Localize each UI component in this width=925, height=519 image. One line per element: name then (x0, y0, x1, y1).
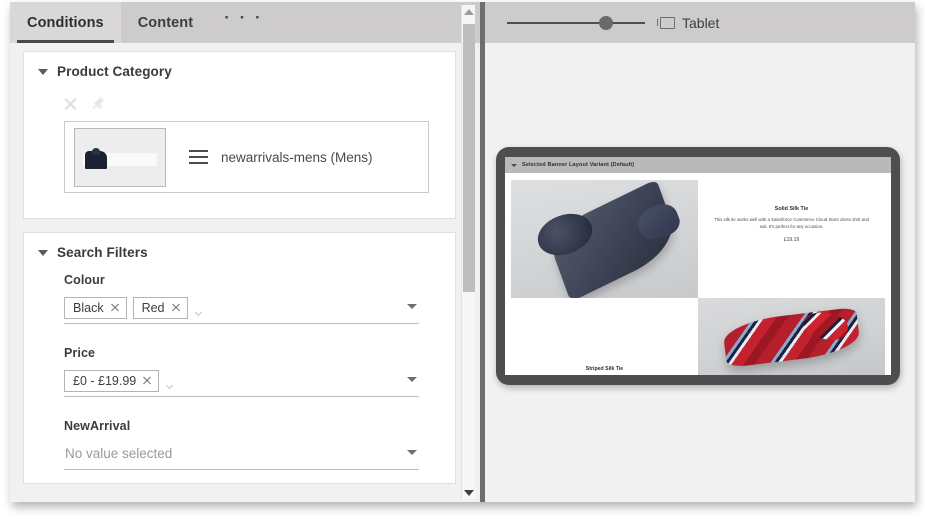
dropdown-arrow-icon[interactable] (407, 377, 417, 382)
filter-chip-black[interactable]: Black (64, 296, 127, 319)
filter-newarrival-value: No value selected (65, 446, 173, 461)
tab-bar: Conditions Content · · · (10, 2, 480, 43)
preview-stage: Selected Banner Layout Variant (Default) (485, 43, 915, 502)
preview-page-area: Solid Silk Tie This silk tie works well … (505, 173, 891, 375)
filter-field-price: Price £0 - £19.99 (64, 346, 441, 397)
filter-control-price[interactable]: £0 - £19.99 (64, 368, 419, 397)
search-filters-header[interactable]: Search Filters (38, 245, 441, 260)
scrollbar-thumb[interactable] (463, 24, 475, 292)
device-type-indicator: Tablet (656, 14, 720, 31)
primary-product-info: Solid Silk Tie This silk tie works well … (698, 180, 885, 298)
edit-icon[interactable] (90, 95, 106, 111)
device-type-label: Tablet (682, 14, 720, 31)
navy-silk-tie-photo (511, 180, 698, 298)
filter-label-newarrival: NewArrival (64, 419, 131, 433)
product-category-toolbar (38, 92, 441, 114)
app-screenshot: Conditions Content · · · Product Categor… (0, 0, 925, 519)
filter-label-colour: Colour (64, 273, 105, 287)
filter-control-newarrival[interactable]: No value selected (64, 441, 419, 470)
left-panel: Conditions Content · · · Product Categor… (10, 2, 480, 502)
tab-overflow-label: · · · (224, 8, 264, 27)
filter-field-newarrival: NewArrival No value selected (64, 419, 441, 470)
conditions-panel-body: Product Category newarrivals-mens (Mens)… (10, 43, 480, 502)
remove-chip-icon[interactable] (142, 376, 152, 386)
primary-product-name: Solid Silk Tie (774, 206, 809, 212)
remove-chip-icon[interactable] (171, 303, 181, 313)
filter-chip-red-label: Red (141, 300, 165, 315)
scroll-down-arrow-icon[interactable] (462, 486, 476, 499)
tab-conditions-label: Conditions (27, 14, 104, 31)
tab-conditions[interactable]: Conditions (10, 2, 121, 43)
input-cursor-marker (194, 308, 202, 317)
clear-icon[interactable] (63, 96, 78, 111)
filter-field-colour: Colour Black Red (64, 273, 441, 324)
tablet-icon (656, 16, 675, 29)
tablet-device-frame: Selected Banner Layout Variant (Default) (496, 147, 900, 385)
filter-chip-red[interactable]: Red (132, 296, 188, 319)
red-striped-silk-tie-photo (698, 298, 885, 375)
left-panel-scrollbar[interactable] (461, 5, 475, 499)
filter-chip-price-range[interactable]: £0 - £19.99 (64, 369, 160, 392)
selected-category-row[interactable]: newarrivals-mens (Mens) (64, 121, 429, 193)
filter-chip-price-range-label: £0 - £19.99 (73, 373, 137, 388)
dropdown-arrow-icon[interactable] (407, 304, 417, 309)
primary-product-description: This silk tie works well with a Salesfor… (714, 217, 869, 229)
primary-product-price: £19.19 (783, 236, 800, 243)
drag-handle-icon[interactable] (189, 150, 208, 164)
variant-caret-icon[interactable] (511, 163, 517, 167)
search-filters-title: Search Filters (57, 245, 148, 260)
filter-control-colour[interactable]: Black Red (64, 295, 419, 324)
remove-chip-icon[interactable] (110, 303, 120, 313)
filter-chip-black-label: Black (73, 300, 104, 315)
product-category-header[interactable]: Product Category (38, 64, 441, 79)
app-window: Conditions Content · · · Product Categor… (10, 2, 915, 502)
secondary-product-info: Striped Silk Tie (511, 298, 698, 375)
slider-knob[interactable] (599, 15, 613, 30)
search-filters-card: Search Filters Colour Black Red Price £0… (23, 232, 456, 484)
tab-overflow-menu[interactable]: · · · (210, 2, 277, 43)
dropdown-arrow-icon[interactable] (407, 450, 417, 455)
collapse-caret-icon[interactable] (38, 249, 48, 256)
tab-content-label: Content (137, 14, 194, 31)
navy-blazer-thumbnail (74, 127, 166, 187)
secondary-product-name: Striped Silk Tie (585, 366, 624, 372)
tab-content[interactable]: Content (121, 2, 210, 43)
product-category-card: Product Category newarrivals-mens (Mens) (23, 51, 456, 219)
viewport-width-slider[interactable] (507, 15, 645, 30)
input-cursor-marker (166, 381, 174, 390)
variant-bar-label: Selected Banner Layout Variant (Default) (522, 162, 635, 168)
slider-track (507, 21, 645, 24)
filter-label-price: Price (64, 346, 96, 360)
product-category-title: Product Category (57, 64, 172, 79)
variant-bar[interactable]: Selected Banner Layout Variant (Default) (505, 157, 891, 173)
selected-category-label: newarrivals-mens (Mens) (221, 149, 373, 165)
preview-panel: Tablet Selected Banner Layout Variant (D… (485, 2, 915, 502)
preview-toolbar: Tablet (485, 2, 915, 43)
scroll-up-arrow-icon[interactable] (462, 5, 476, 18)
device-screen: Selected Banner Layout Variant (Default) (505, 157, 891, 375)
collapse-caret-icon[interactable] (38, 68, 48, 75)
